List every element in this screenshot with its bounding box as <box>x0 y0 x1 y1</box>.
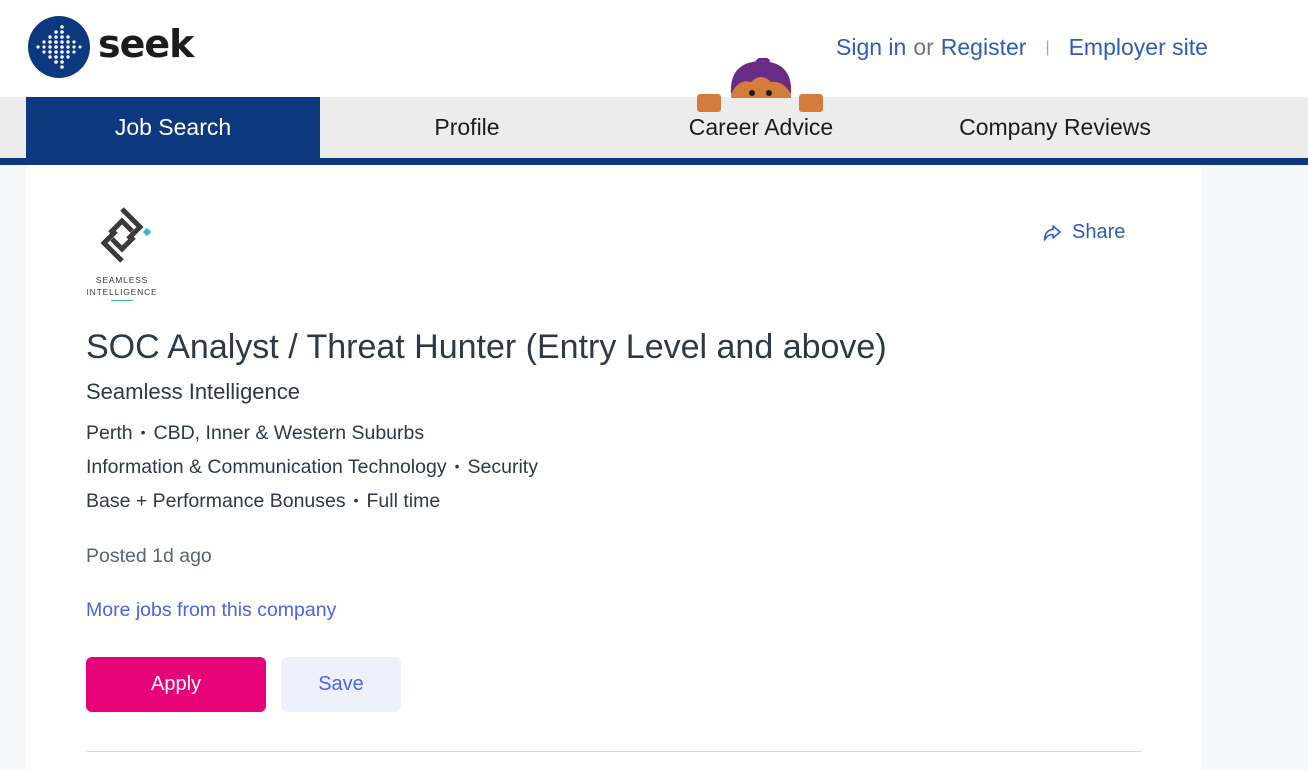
company-logo-text-line2: INTELLIGENCE <box>86 287 158 297</box>
company-logo-text: SEAMLESS INTELLIGENCE <box>84 274 160 298</box>
job-classification-row: Information & Communication Technology • S… <box>86 456 538 479</box>
auth-links: Sign in or Register | Employer site <box>836 34 1208 61</box>
company-logo[interactable]: SEAMLESS INTELLIGENCE <box>84 205 160 301</box>
seamless-intelligence-logo-icon <box>100 207 152 263</box>
share-icon <box>1043 224 1061 241</box>
apply-button[interactable]: Apply <box>86 657 266 712</box>
more-jobs-link[interactable]: More jobs from this company <box>86 599 336 622</box>
company-logo-text-line1: SEAMLESS <box>95 275 149 285</box>
section-divider <box>86 751 1141 752</box>
job-area[interactable]: CBD, Inner & Western Suburbs <box>154 422 425 444</box>
share-button[interactable]: Share <box>1043 221 1125 244</box>
job-classification[interactable]: Information & Communication Technology <box>86 456 447 478</box>
tab-company-reviews[interactable]: Company Reviews <box>908 97 1202 158</box>
job-work-type: Full time <box>366 490 441 512</box>
main-nav: Job Search Profile Career Advice Company… <box>0 97 1308 158</box>
job-salary: Base + Performance Bonuses <box>86 490 346 512</box>
posted-date: Posted 1d ago <box>86 545 212 567</box>
job-location[interactable]: Perth <box>86 422 133 444</box>
bullet-separator: • <box>454 458 460 474</box>
seek-logo-icon <box>28 16 90 78</box>
nav-underline <box>0 158 1308 165</box>
bullet-separator: • <box>140 424 146 440</box>
site-header: seek Sign in or Register | Employer site <box>0 0 1308 97</box>
company-name: Seamless Intelligence <box>86 379 301 404</box>
bullet-separator: • <box>353 492 359 508</box>
or-text: or <box>913 34 934 60</box>
seek-logo[interactable]: seek <box>28 16 194 78</box>
job-location-row: Perth • CBD, Inner & Western Suburbs <box>86 422 424 445</box>
peeking-character-icon <box>697 57 825 119</box>
sign-in-link[interactable]: Sign in <box>836 34 906 61</box>
job-subclassification[interactable]: Security <box>468 456 538 478</box>
tab-job-search[interactable]: Job Search <box>26 97 320 158</box>
job-title: SOC Analyst / Threat Hunter (Entry Level… <box>86 328 887 366</box>
company-logo-underline <box>111 300 133 301</box>
register-link[interactable]: Register <box>941 34 1027 61</box>
auth-separator: | <box>1045 38 1050 56</box>
employer-site-link[interactable]: Employer site <box>1069 34 1208 61</box>
save-button[interactable]: Save <box>281 657 401 712</box>
job-salary-row: Base + Performance Bonuses • Full time <box>86 490 440 513</box>
tab-profile[interactable]: Profile <box>320 97 614 158</box>
seek-logo-text: seek <box>98 22 194 66</box>
share-label: Share <box>1072 221 1126 243</box>
